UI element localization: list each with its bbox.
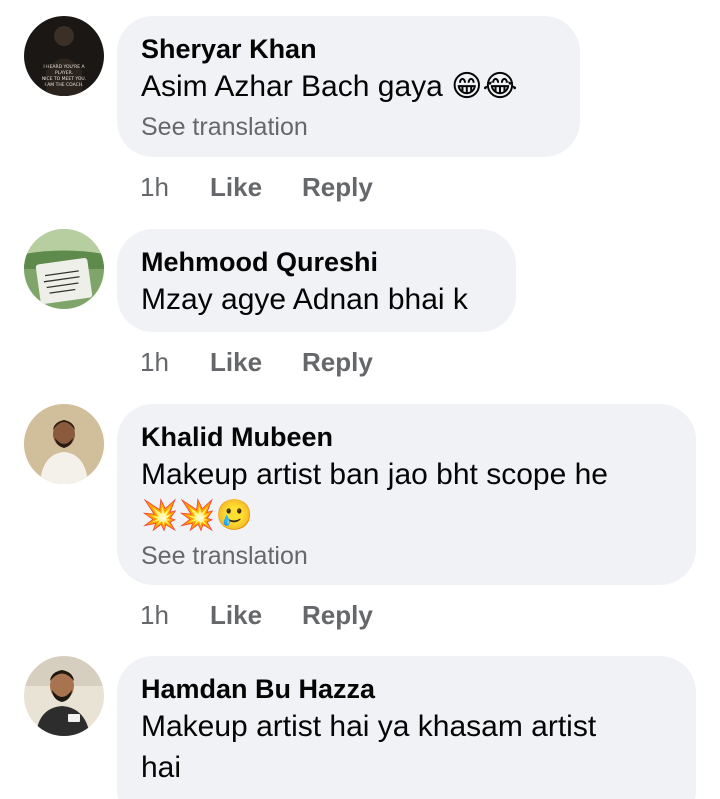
comment-text: Asim Azhar Bach gaya 😁😂 bbox=[141, 69, 518, 104]
comment-timestamp[interactable]: 1h bbox=[140, 347, 210, 378]
comment-timestamp[interactable]: 1h bbox=[140, 600, 210, 631]
comment-bubble: Sheryar Khan Asim Azhar Bach gaya 😁😂 See… bbox=[117, 16, 580, 157]
comment-bubble: Khalid Mubeen Makeup artist ban jao bht … bbox=[117, 404, 696, 585]
reply-button[interactable]: Reply bbox=[302, 347, 373, 378]
svg-text:I HEARD YOU'RE A: I HEARD YOU'RE A bbox=[43, 64, 85, 70]
avatar[interactable] bbox=[24, 229, 104, 309]
svg-text:NICE TO MEET YOU.: NICE TO MEET YOU. bbox=[42, 76, 86, 82]
comment-timestamp[interactable]: 1h bbox=[140, 172, 210, 203]
comment-text-continued: hai bbox=[141, 751, 182, 784]
comment-author[interactable]: Hamdan Bu Hazza bbox=[141, 672, 672, 706]
comment-bubble: Hamdan Bu Hazza Makeup artist hai ya kha… bbox=[117, 656, 696, 799]
comment-actions: 1h Like Reply bbox=[140, 172, 373, 203]
like-button[interactable]: Like bbox=[210, 172, 302, 203]
see-translation-link[interactable]: See translation bbox=[141, 536, 672, 576]
comments-feed: I HEARD YOU'RE A PLAYER. NICE TO MEET YO… bbox=[0, 0, 720, 799]
like-button[interactable]: Like bbox=[210, 600, 302, 631]
svg-text:I AM THE COACH.: I AM THE COACH. bbox=[44, 82, 83, 88]
reply-button[interactable]: Reply bbox=[302, 600, 373, 631]
comment-author[interactable]: Sheryar Khan bbox=[141, 32, 556, 66]
see-translation-link[interactable]: See translation bbox=[141, 107, 556, 147]
comment-text: Makeup artist hai ya khasam artist bbox=[141, 710, 597, 743]
svg-text:PLAYER.: PLAYER. bbox=[55, 70, 73, 76]
comment-author[interactable]: Khalid Mubeen bbox=[141, 420, 672, 454]
comment-actions: 1h Like Reply bbox=[140, 600, 373, 631]
avatar[interactable]: I HEARD YOU'RE A PLAYER. NICE TO MEET YO… bbox=[24, 16, 104, 96]
comment-actions: 1h Like Reply bbox=[140, 347, 373, 378]
like-button[interactable]: Like bbox=[210, 347, 302, 378]
avatar[interactable] bbox=[24, 656, 104, 736]
emoji-icon: 😁😂 bbox=[451, 69, 518, 104]
comment-text: Makeup artist ban jao bht scope he bbox=[141, 458, 608, 491]
emoji-icon: 💥💥🥲 bbox=[141, 498, 254, 533]
avatar[interactable] bbox=[24, 404, 104, 484]
comment-author[interactable]: Mehmood Qureshi bbox=[141, 245, 492, 279]
comment-bubble: Mehmood Qureshi Mzay agye Adnan bhai k bbox=[117, 229, 516, 332]
reply-button[interactable]: Reply bbox=[302, 172, 373, 203]
comment-text: Mzay agye Adnan bhai k bbox=[141, 283, 468, 316]
